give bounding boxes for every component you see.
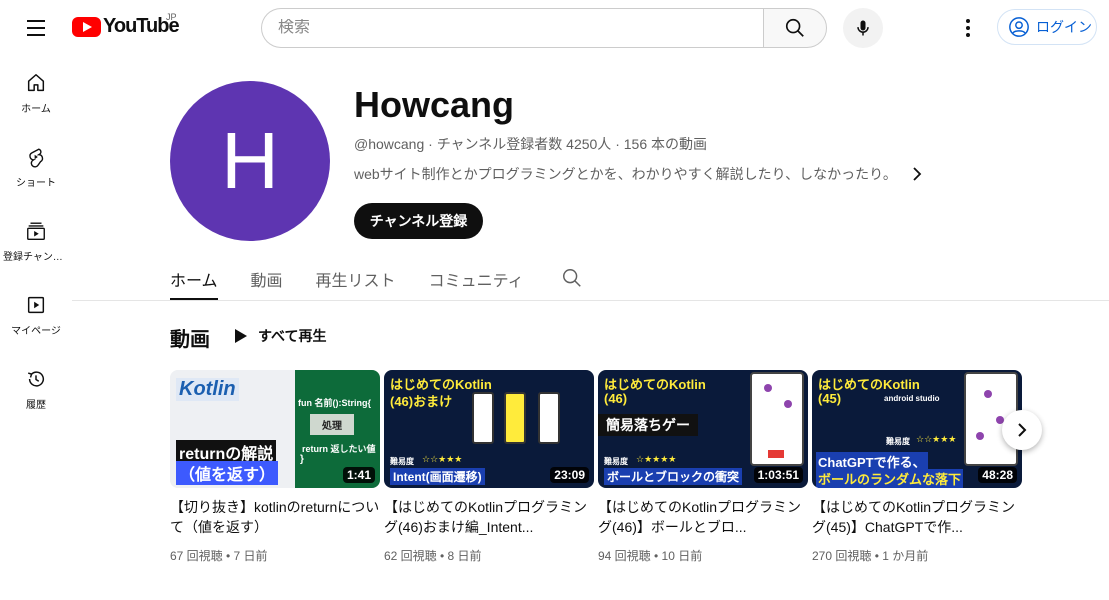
section-title: 動画: [170, 329, 210, 351]
thumb-text: fun 名前():String{: [298, 398, 371, 408]
thumb-text: ボールのランダムな落下: [816, 469, 964, 488]
video-duration: 1:03:51: [753, 467, 803, 483]
channel-description-text: webサイト制作とかプログラミングとかを、わかりやすく解説したり、しなかったり。: [354, 166, 897, 182]
sidebar-item-history[interactable]: 履歴: [0, 352, 72, 426]
video-duration: 48:28: [978, 467, 1017, 483]
video-title[interactable]: 【はじめてのKotlinプログラミング(46)】ボールとブロ...: [598, 497, 808, 537]
library-icon: [27, 296, 45, 313]
video-duration: 1:41: [342, 467, 375, 483]
thumb-text: (46)おまけ: [390, 394, 453, 409]
thumb-text: ボールとブロックの衝突: [604, 468, 743, 485]
video-meta: 270 回視聴 • 1 か月前: [812, 549, 929, 563]
search-input[interactable]: [278, 19, 763, 37]
video-thumbnail[interactable]: はじめてのKotlin (46) 簡易落ちゲー 難易度 ☆★★★★ ボールとブロ…: [598, 370, 808, 488]
video-thumbnail[interactable]: はじめてのKotlin (46)おまけ 難易度 ☆☆★★★ Intent(画面遷…: [384, 370, 594, 488]
sidebar-item-shorts[interactable]: ショート: [0, 130, 72, 204]
subscriptions-icon: [27, 222, 45, 240]
video-card[interactable]: はじめてのKotlin (46)おまけ 難易度 ☆☆★★★ Intent(画面遷…: [384, 370, 594, 564]
sidebar-item-label: 履歴: [26, 399, 46, 411]
video-meta: 62 回視聴 • 8 日前: [384, 549, 482, 563]
thumb-text: ☆☆★★★: [916, 434, 957, 444]
video-card[interactable]: はじめてのKotlin (46) 簡易落ちゲー 難易度 ☆★★★★ ボールとブロ…: [598, 370, 808, 564]
video-title[interactable]: 【はじめてのKotlinプログラミング(46)おまけ編_Intent...: [384, 497, 594, 537]
thumb-text: ☆★★★★: [636, 454, 677, 464]
microphone-icon: [857, 20, 869, 36]
tab-community[interactable]: コミュニティ: [429, 258, 524, 300]
top-bar: YouTube JP ログイン: [0, 0, 1109, 56]
login-button[interactable]: ログイン: [997, 9, 1097, 45]
play-all-button[interactable]: すべて再生: [234, 326, 326, 346]
login-label: ログイン: [1036, 19, 1092, 35]
search-button[interactable]: [763, 8, 827, 48]
tabs-divider: [72, 300, 1109, 301]
sidebar-item-label: ショート: [16, 177, 56, 189]
video-thumbnail[interactable]: はじめてのKotlin (45) android studio 難易度 ☆☆★★…: [812, 370, 1022, 488]
history-icon: [27, 370, 45, 387]
youtube-logo[interactable]: YouTube: [72, 15, 180, 38]
youtube-play-icon: [72, 16, 101, 37]
search-box: [261, 8, 763, 48]
channel-tabs: ホーム 動画 再生リスト コミュニティ: [170, 258, 583, 300]
sidebar-item-label: ホーム: [21, 103, 51, 115]
home-icon: [27, 73, 45, 91]
channel-meta: @howcang · チャンネル登録者数 4250人 · 156 本の動画: [354, 136, 707, 152]
video-card[interactable]: はじめてのKotlin (45) android studio 難易度 ☆☆★★…: [812, 370, 1022, 564]
video-thumbnail[interactable]: Kotlin returnの解説 （値を返す） fun 名前():String{…: [170, 370, 380, 488]
channel-name: Howcang: [354, 84, 515, 125]
chevron-right-icon: [913, 167, 922, 181]
thumb-text: 処理: [310, 414, 354, 435]
chevron-right-icon: [1018, 423, 1027, 437]
thumb-text: 難易度: [886, 437, 910, 446]
sidebar-item-library[interactable]: マイページ: [0, 278, 72, 352]
sidebar-item-label: 登録チャンネル: [3, 251, 69, 263]
video-meta: 94 回視聴 • 10 日前: [598, 549, 703, 563]
thumb-text: Intent(画面遷移): [390, 468, 485, 485]
sidebar: ホーム ショート 登録チャンネル マイページ 履歴: [0, 56, 72, 426]
video-card[interactable]: Kotlin returnの解説 （値を返す） fun 名前():String{…: [170, 370, 380, 564]
thumb-text: return 返したい値: [302, 444, 376, 454]
thumb-text: 難易度: [604, 457, 628, 466]
channel-avatar[interactable]: H: [170, 81, 330, 241]
thumb-text: android studio: [884, 394, 940, 403]
account-icon: [1009, 17, 1029, 37]
thumb-text: Kotlin: [176, 378, 239, 401]
region-code: JP: [166, 12, 177, 22]
thumb-text: （値を返す）: [176, 461, 279, 485]
settings-more-icon[interactable]: [954, 12, 982, 44]
play-icon: [235, 329, 247, 343]
tab-playlists[interactable]: 再生リスト: [316, 258, 396, 300]
thumb-text: ☆☆★★★: [422, 454, 463, 464]
thumb-text: (46): [604, 391, 628, 406]
video-duration: 23:09: [550, 467, 589, 483]
play-all-label: すべて再生: [258, 328, 327, 344]
channel-search-button[interactable]: [561, 258, 583, 294]
channel-description[interactable]: webサイト制作とかプログラミングとかを、わかりやすく解説したり、しなかったり。: [354, 164, 923, 184]
sidebar-item-label: マイページ: [11, 325, 61, 337]
carousel-next-button[interactable]: [1002, 410, 1042, 450]
menu-icon[interactable]: [20, 12, 52, 44]
sidebar-item-home[interactable]: ホーム: [0, 56, 72, 130]
tab-videos[interactable]: 動画: [251, 258, 283, 300]
video-meta: 67 回視聴 • 7 日前: [170, 549, 268, 563]
video-title[interactable]: 【はじめてのKotlinプログラミング(45)】ChatGPTで作...: [812, 497, 1022, 537]
thumb-text: }: [300, 454, 304, 465]
search-icon: [785, 18, 804, 37]
video-title[interactable]: 【切り抜き】kotlinのreturnについて（値を返す）: [170, 497, 380, 537]
sidebar-item-subscriptions[interactable]: 登録チャンネル: [0, 204, 72, 278]
thumb-text: (45): [818, 391, 842, 406]
voice-search-button[interactable]: [843, 8, 883, 48]
thumb-text: 簡易落ちゲー: [598, 414, 698, 436]
search-icon: [562, 269, 581, 287]
shorts-icon: [29, 147, 44, 167]
subscribe-button[interactable]: チャンネル登録: [354, 203, 483, 239]
thumb-text: 難易度: [390, 457, 414, 466]
tab-home[interactable]: ホーム: [170, 258, 218, 300]
